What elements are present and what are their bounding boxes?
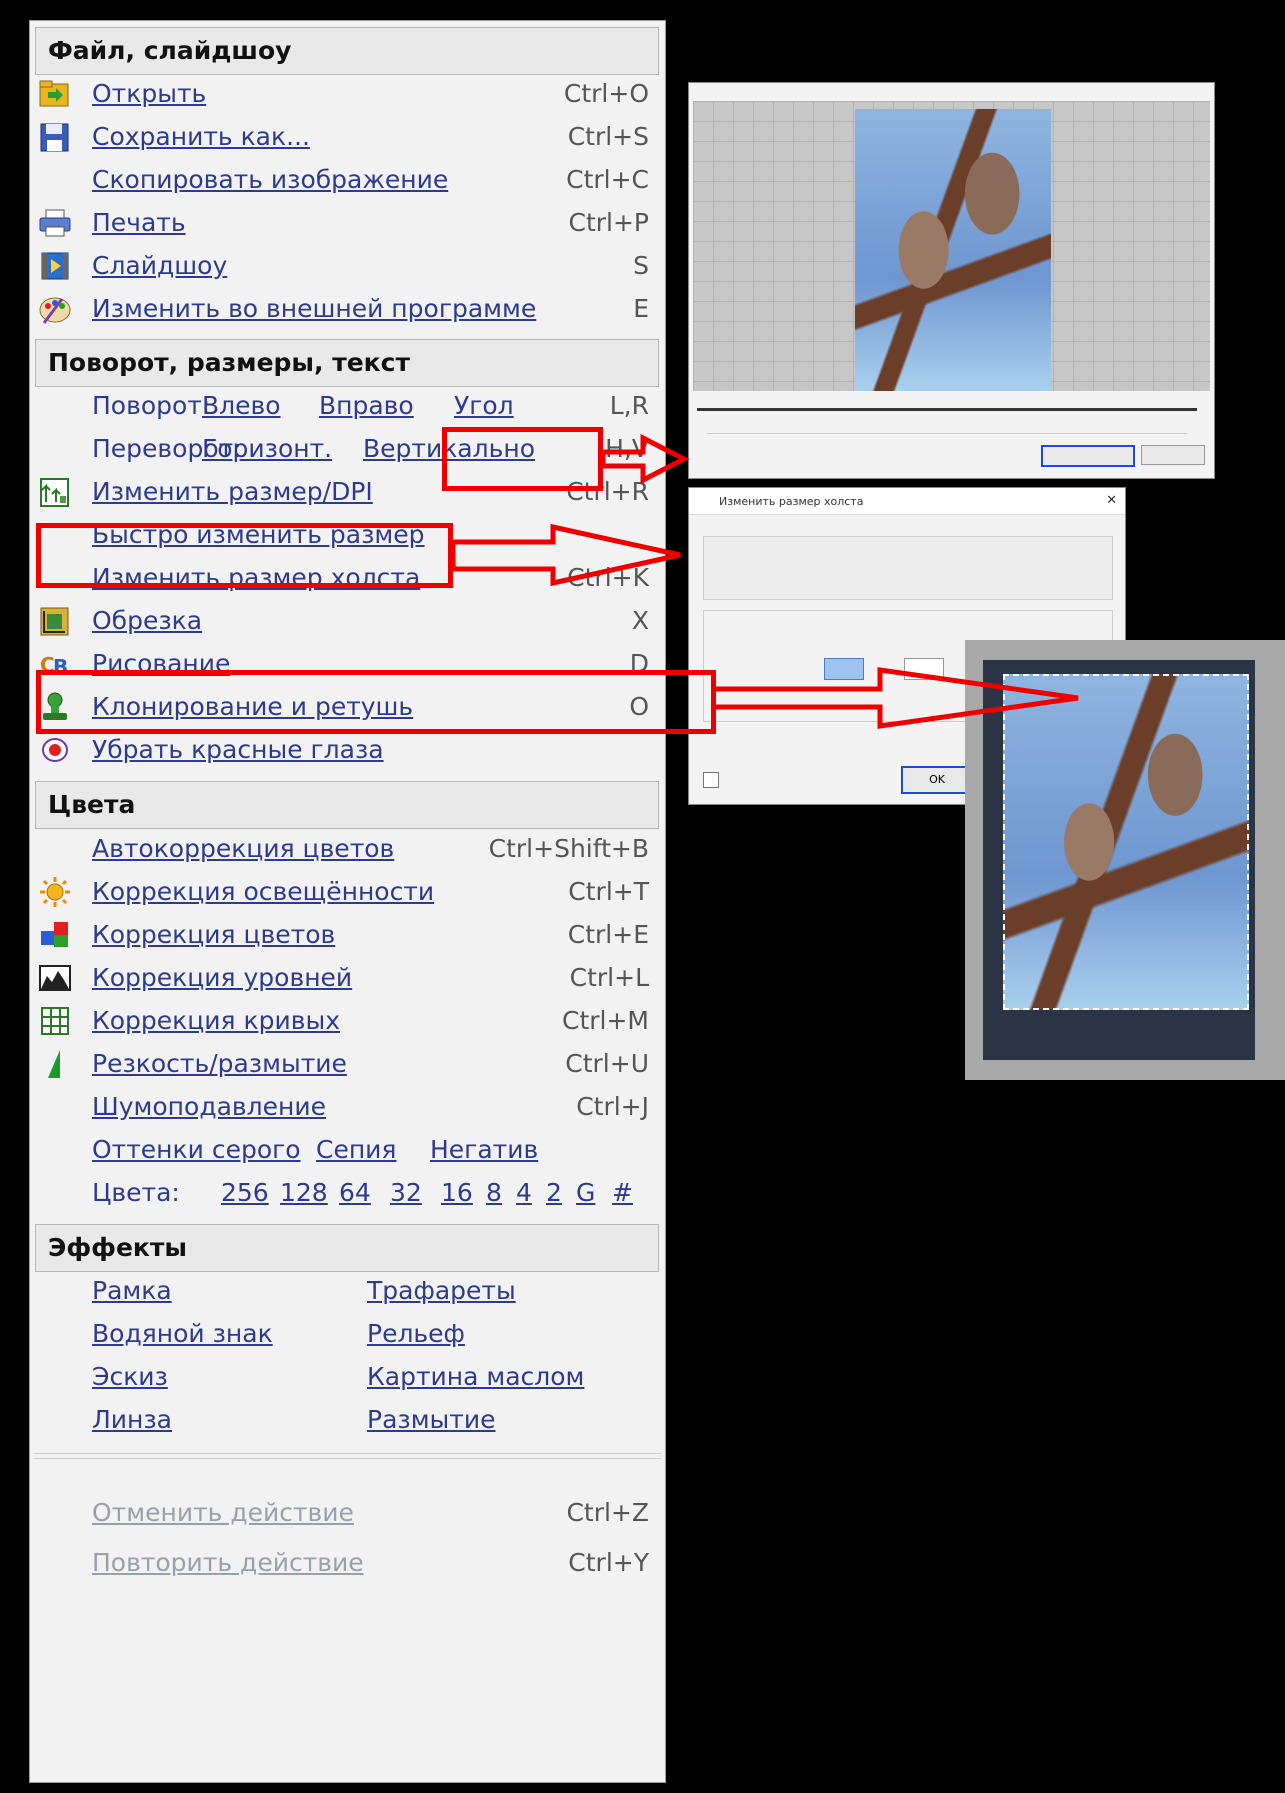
annotation-arrows: [450, 433, 1079, 729]
